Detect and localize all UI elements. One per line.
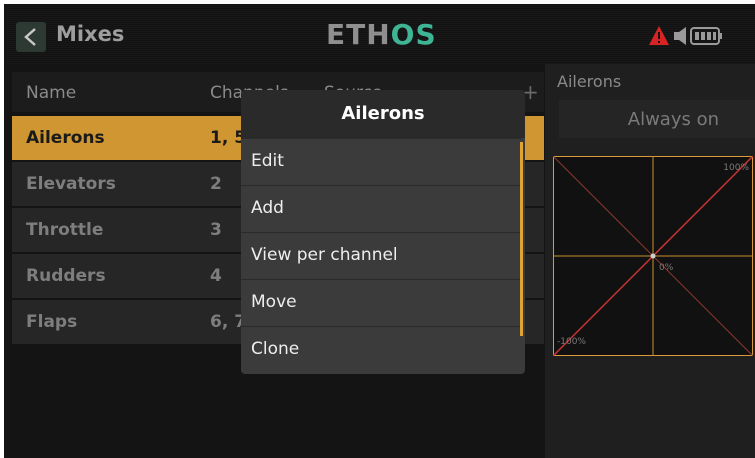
popup-scrollbar[interactable] <box>520 142 523 336</box>
curve-label-max: 100% <box>723 163 749 173</box>
status-icons <box>649 26 722 45</box>
menu-item-edit[interactable]: Edit <box>241 138 521 185</box>
mix-detail-panel: Ailerons Always on 100% 0% -100% <box>545 64 755 458</box>
radio-screen: Mixes ETHOS Name C <box>4 4 755 458</box>
mix-name: Throttle <box>26 220 104 240</box>
speaker-icon <box>674 27 686 45</box>
back-icon <box>24 28 36 46</box>
battery-icon <box>690 27 722 45</box>
mix-name: Rudders <box>26 266 106 286</box>
mix-name: Flaps <box>26 312 78 332</box>
curve-label-min: -100% <box>557 337 586 347</box>
ethos-logo: ETHOS <box>326 18 437 51</box>
menu-item-label: Edit <box>251 151 284 171</box>
mix-options-popup: Ailerons Edit Add View per channel Move … <box>241 90 525 374</box>
back-button[interactable] <box>16 22 46 52</box>
active-condition-field[interactable]: Always on <box>559 100 755 138</box>
curve-label-center: 0% <box>659 263 674 273</box>
menu-item-add[interactable]: Add <box>241 185 521 232</box>
active-condition-value: Always on <box>627 109 719 130</box>
detail-title: Ailerons <box>557 72 622 91</box>
mix-channels: 2 <box>210 174 222 194</box>
column-header-name: Name <box>26 83 77 103</box>
menu-item-view-per-channel[interactable]: View per channel <box>241 232 521 279</box>
menu-item-clone[interactable]: Clone <box>241 326 521 373</box>
menu-item-label: Add <box>251 198 284 218</box>
mix-name: Elevators <box>26 174 116 194</box>
menu-item-label: Move <box>251 292 297 312</box>
curve-graph: 100% 0% -100% <box>553 156 753 356</box>
menu-item-label: View per channel <box>251 245 398 265</box>
top-bar: Mixes ETHOS <box>4 4 755 64</box>
warning-icon <box>649 26 669 45</box>
mix-channels: 4 <box>210 266 222 286</box>
page-title: Mixes <box>56 22 125 46</box>
menu-item-label: Clone <box>251 339 300 359</box>
logo-text-part2: OS <box>390 18 437 51</box>
logo-text-part1: ETH <box>326 18 391 51</box>
mix-channels: 3 <box>210 220 222 240</box>
popup-title: Ailerons <box>241 90 525 138</box>
mix-name: Ailerons <box>26 128 105 148</box>
menu-item-move[interactable]: Move <box>241 279 521 326</box>
